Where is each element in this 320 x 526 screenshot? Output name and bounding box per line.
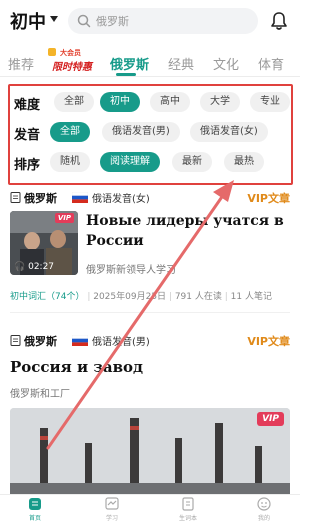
divider xyxy=(10,312,290,313)
sort-chip-hottest[interactable]: 最热 xyxy=(224,152,264,172)
difficulty-chip-senior[interactable]: 高中 xyxy=(150,92,190,112)
nav-wordbook[interactable]: 生词本 xyxy=(158,497,218,522)
nav-profile[interactable]: 我的 xyxy=(234,497,294,522)
sort-chip-reading[interactable]: 阅读理解 xyxy=(100,152,160,172)
article-voice: 俄语发音(男) xyxy=(92,337,150,348)
study-icon xyxy=(105,497,119,510)
voice-chip-female[interactable]: 俄语发音(女) xyxy=(190,122,268,142)
wordbook-icon xyxy=(182,497,194,511)
difficulty-chip-college[interactable]: 大学 xyxy=(200,92,240,112)
sort-chip-random[interactable]: 随机 xyxy=(50,152,90,172)
sort-label: 排序 xyxy=(14,158,41,173)
active-tab-indicator xyxy=(116,73,136,76)
article-title[interactable]: Россия и завод xyxy=(10,358,143,376)
headphones-icon: 🎧 xyxy=(14,262,26,272)
tab-culture[interactable]: 文化 xyxy=(213,54,239,73)
factory-image xyxy=(10,408,290,498)
russia-flag-icon xyxy=(72,335,88,346)
nav-wordbook-label: 生词本 xyxy=(178,515,197,522)
publish-date: 2025年09月25日 xyxy=(93,292,167,302)
duration-text: 02:27 xyxy=(28,262,55,272)
audio-duration: 🎧 02:27 xyxy=(14,262,54,272)
profile-icon xyxy=(257,497,271,511)
article-subtitle: 俄罗斯新领导人学习 xyxy=(86,265,176,276)
nav-study[interactable]: 学习 xyxy=(82,497,142,522)
vocab-count[interactable]: 初中词汇（74个） xyxy=(10,292,84,302)
filter-panel: 难度 全部 初中 高中 大学 专业 发音 全部 俄语发音(男) 俄语发音(女) … xyxy=(8,84,293,185)
voice-filter: 发音 全部 俄语发音(男) 俄语发音(女) xyxy=(10,122,291,144)
tab-recommend[interactable]: 推荐 xyxy=(8,54,34,73)
home-icon xyxy=(29,498,41,510)
vip-article-label: VIP文章 xyxy=(247,192,290,205)
article-category: 俄罗斯 xyxy=(24,335,57,348)
sort-chip-latest[interactable]: 最新 xyxy=(172,152,212,172)
article-meta: 初中词汇（74个） | 2025年09月25日 | 791 人在读 | 11 人… xyxy=(10,292,272,302)
promo-badge[interactable]: 大会员 限时特惠 xyxy=(48,48,98,73)
category-tabs: 推荐 大会员 限时特惠 俄罗斯 经典 文化 体育 xyxy=(0,46,300,77)
search-icon xyxy=(77,14,91,28)
nav-study-label: 学习 xyxy=(105,515,118,522)
nav-home-label: 首页 xyxy=(28,515,41,522)
search-input[interactable]: 俄罗斯 xyxy=(96,13,129,29)
difficulty-filter: 难度 全部 初中 高中 大学 专业 xyxy=(10,92,291,114)
cover-vip-badge: VIP xyxy=(257,412,284,426)
bottom-navigation: 首页 学习 生词本 我的 xyxy=(0,494,300,526)
top-bar: 初中 俄罗斯 xyxy=(0,0,300,44)
promo-bottom-text: 限时特惠 xyxy=(52,62,92,73)
nav-home[interactable]: 首页 xyxy=(5,497,65,522)
nav-profile-label: 我的 xyxy=(257,515,270,522)
difficulty-label: 难度 xyxy=(14,98,41,113)
search-bar[interactable]: 俄罗斯 xyxy=(68,8,258,34)
article-voice: 俄语发音(女) xyxy=(92,194,150,205)
difficulty-chip-junior[interactable]: 初中 xyxy=(100,92,140,112)
thumbnail-vip-badge: VIP xyxy=(54,213,74,223)
voice-chip-male[interactable]: 俄语发音(男) xyxy=(102,122,180,142)
article-thumbnail[interactable]: VIP 🎧 02:27 xyxy=(10,211,78,275)
promo-top-text: 大会员 xyxy=(60,49,81,57)
article-title[interactable]: Новые лидеры учатся в России xyxy=(86,211,286,251)
document-icon xyxy=(10,335,21,346)
document-icon xyxy=(10,192,21,203)
crown-icon xyxy=(48,48,56,56)
difficulty-chip-all[interactable]: 全部 xyxy=(54,92,94,112)
bell-icon[interactable] xyxy=(268,10,290,32)
chevron-down-icon[interactable] xyxy=(50,16,58,22)
vip-article-label: VIP文章 xyxy=(247,335,290,348)
level-selector[interactable]: 初中 xyxy=(10,8,46,34)
article-category: 俄罗斯 xyxy=(24,192,57,205)
voice-label: 发音 xyxy=(14,128,41,143)
note-count: 11 人笔记 xyxy=(230,292,272,302)
article-header: 俄罗斯 俄语发音(男) VIP文章 xyxy=(10,333,290,349)
article-cover-image[interactable]: VIP xyxy=(10,408,290,498)
article-header: 俄罗斯 俄语发音(女) VIP文章 xyxy=(10,190,290,206)
sort-filter: 排序 随机 阅读理解 最新 最热 xyxy=(10,152,291,174)
difficulty-chip-pro[interactable]: 专业 xyxy=(250,92,290,112)
tab-classic[interactable]: 经典 xyxy=(168,54,194,73)
tab-russia[interactable]: 俄罗斯 xyxy=(110,54,149,73)
tab-sports[interactable]: 体育 xyxy=(258,54,284,73)
article-subtitle: 俄罗斯和工厂 xyxy=(10,389,70,400)
voice-chip-all[interactable]: 全部 xyxy=(50,122,90,142)
read-count: 791 人在读 xyxy=(174,292,222,302)
russia-flag-icon xyxy=(72,192,88,203)
